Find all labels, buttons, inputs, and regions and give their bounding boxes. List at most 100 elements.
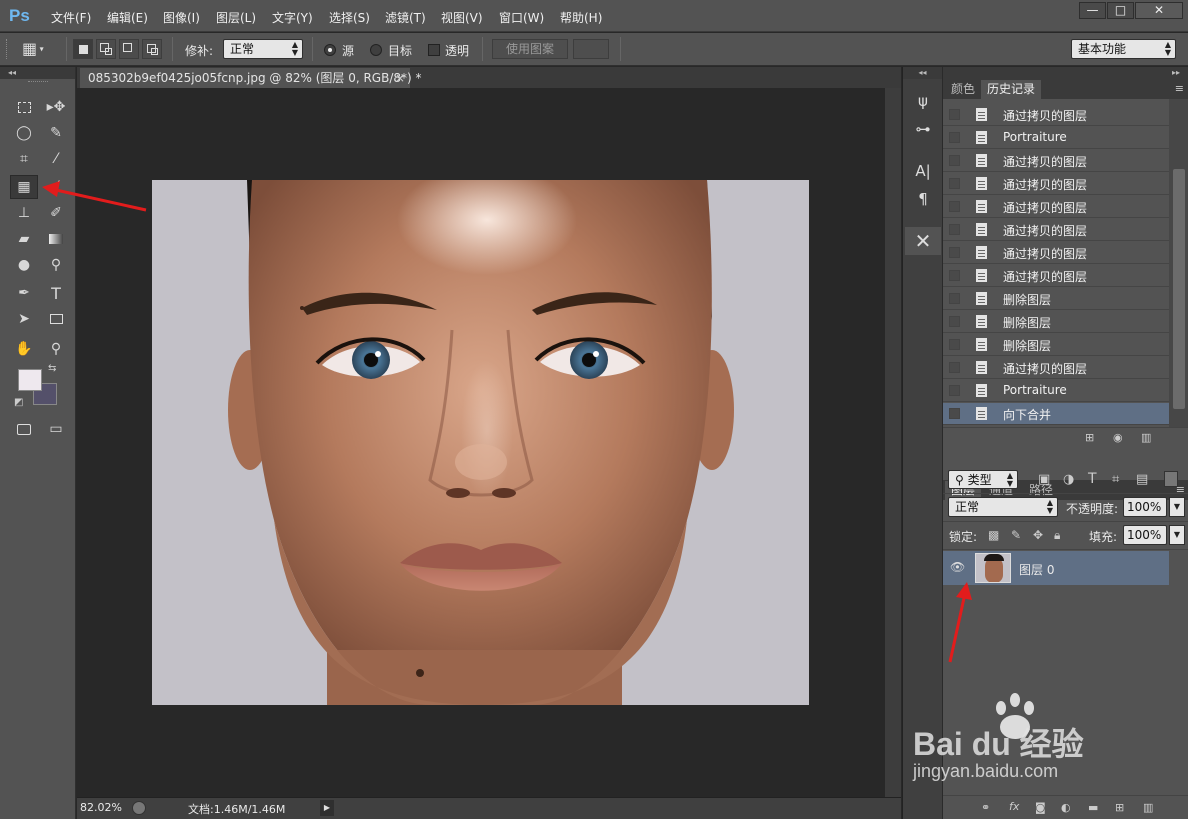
default-colors-icon[interactable]: ◩: [14, 397, 23, 408]
toolbox-collapse-bar[interactable]: ◂◂: [0, 67, 75, 79]
history-item[interactable]: 通过拷贝的图层: [943, 219, 1169, 241]
eraser-tool-icon[interactable]: ▰: [10, 227, 38, 251]
layer-row[interactable]: 👁︎ 图层 0: [943, 551, 1169, 585]
tab-color[interactable]: 颜色: [945, 80, 981, 99]
add-to-selection-button[interactable]: [96, 39, 116, 59]
dock-collapse-bar[interactable]: ▸▸: [943, 67, 1188, 79]
new-layer-icon[interactable]: ⊞: [1115, 801, 1124, 814]
rectangle-tool-icon[interactable]: [42, 307, 70, 331]
history-snapshot-checkbox[interactable]: [949, 339, 960, 350]
history-snapshot-checkbox[interactable]: [949, 270, 960, 281]
subtract-from-selection-button[interactable]: [119, 39, 139, 59]
dodge-tool-icon[interactable]: ⚲: [42, 253, 70, 277]
gradient-tool-icon[interactable]: [42, 227, 70, 251]
menu-view[interactable]: 视图(V): [441, 9, 483, 26]
workspace-select[interactable]: 基本功能 ▲ ▼: [1071, 39, 1176, 59]
history-snapshot-checkbox[interactable]: [949, 247, 960, 258]
swap-colors-icon[interactable]: ⇆: [48, 363, 56, 374]
history-snapshot-checkbox[interactable]: [949, 408, 960, 419]
history-item[interactable]: 通过拷贝的图层: [943, 357, 1169, 379]
history-item[interactable]: 通过拷贝的图层: [943, 242, 1169, 264]
blur-tool-icon[interactable]: ●: [10, 253, 38, 277]
zoom-tool-icon[interactable]: ⚲: [42, 337, 70, 361]
lock-position-icon[interactable]: ✥: [1033, 528, 1043, 542]
history-item[interactable]: 通过拷贝的图层: [943, 104, 1169, 126]
history-snapshot-checkbox[interactable]: [949, 109, 960, 120]
brush-panel-icon[interactable]: ⊶: [905, 117, 941, 141]
type-tool-icon[interactable]: T: [42, 281, 70, 305]
quick-mask-icon[interactable]: [10, 417, 38, 441]
portrait-image[interactable]: [152, 180, 809, 705]
paragraph-panel-icon[interactable]: ¶: [905, 187, 941, 211]
history-item[interactable]: 向下合并: [943, 403, 1169, 425]
marquee-tool-icon[interactable]: [10, 95, 38, 119]
menu-edit[interactable]: 编辑(E): [107, 9, 148, 26]
filter-shape-icon[interactable]: ⌗: [1112, 472, 1119, 487]
history-item[interactable]: 通过拷贝的图层: [943, 265, 1169, 287]
link-layers-icon[interactable]: ⚭: [981, 801, 990, 814]
status-info-icon[interactable]: [132, 801, 146, 815]
menu-file[interactable]: 文件(F): [51, 9, 91, 26]
strip-collapse-bar[interactable]: ◂◂: [903, 67, 942, 79]
history-snapshot-checkbox[interactable]: [949, 224, 960, 235]
panel-menu-icon[interactable]: ≡: [1175, 82, 1184, 95]
maximize-button[interactable]: □: [1107, 2, 1134, 19]
history-item[interactable]: Portraiture: [943, 380, 1169, 402]
path-selection-tool-icon[interactable]: ➤: [10, 307, 38, 331]
menu-type[interactable]: 文字(Y): [272, 9, 313, 26]
trash-icon[interactable]: ▥: [1141, 431, 1151, 444]
filter-adjustment-icon[interactable]: ◑: [1063, 472, 1074, 487]
hand-tool-icon[interactable]: ✋: [10, 337, 38, 361]
patch-tool-preset-icon[interactable]: ▦ ▾: [22, 39, 62, 59]
history-snapshot-checkbox[interactable]: [949, 178, 960, 189]
new-group-icon[interactable]: ▬: [1088, 801, 1098, 814]
brush-tool-icon[interactable]: ⁄: [42, 175, 70, 199]
snapshot-icon[interactable]: ◉: [1113, 431, 1123, 444]
transparent-checkbox[interactable]: [428, 44, 440, 56]
menu-select[interactable]: 选择(S): [329, 9, 370, 26]
pattern-picker[interactable]: [573, 39, 609, 59]
fill-dropdown-icon[interactable]: ▼: [1169, 525, 1185, 545]
filter-pixel-icon[interactable]: ▣: [1038, 472, 1050, 487]
lock-image-icon[interactable]: ✎: [1011, 528, 1021, 542]
history-item[interactable]: 删除图层: [943, 288, 1169, 310]
layer-filter-select[interactable]: ⚲ 类型 ▲ ▼: [948, 470, 1018, 489]
clone-stamp-tool-icon[interactable]: ⊥: [10, 201, 38, 225]
layer-name[interactable]: 图层 0: [1019, 561, 1054, 578]
fill-input[interactable]: 100%: [1123, 525, 1167, 545]
history-item[interactable]: 通过拷贝的图层: [943, 173, 1169, 195]
lasso-tool-icon[interactable]: ◯: [10, 121, 38, 145]
status-menu-arrow-icon[interactable]: ▶: [320, 800, 334, 816]
opacity-input[interactable]: 100%: [1123, 497, 1167, 517]
history-scroll-thumb[interactable]: [1173, 169, 1185, 409]
use-pattern-button[interactable]: 使用图案: [492, 39, 568, 59]
crop-tool-icon[interactable]: ⌗: [10, 147, 38, 171]
fx-icon[interactable]: fx: [1009, 800, 1019, 813]
history-snapshot-checkbox[interactable]: [949, 293, 960, 304]
menu-filter[interactable]: 滤镜(T): [385, 9, 426, 26]
zoom-level[interactable]: 82.02%: [80, 801, 122, 814]
visibility-eye-icon[interactable]: 👁︎: [950, 560, 965, 574]
source-radio[interactable]: [324, 44, 336, 56]
move-tool-icon[interactable]: ▸✥: [42, 95, 70, 119]
history-snapshot-checkbox[interactable]: [949, 362, 960, 373]
history-snapshot-checkbox[interactable]: [949, 201, 960, 212]
history-scrollbar[interactable]: [1169, 99, 1188, 427]
eyedropper-tool-icon[interactable]: ⁄: [42, 147, 70, 171]
close-tab-icon[interactable]: ×: [395, 68, 405, 88]
minimize-button[interactable]: —: [1079, 2, 1106, 19]
history-snapshot-checkbox[interactable]: [949, 385, 960, 396]
adjustment-layer-icon[interactable]: ◐: [1061, 801, 1071, 814]
menu-layer[interactable]: 图层(L): [216, 9, 256, 26]
history-item[interactable]: Portraiture: [943, 127, 1169, 149]
history-brush-tool-icon[interactable]: ✐: [42, 201, 70, 225]
menu-window[interactable]: 窗口(W): [499, 9, 544, 26]
trash-icon[interactable]: ▥: [1143, 801, 1153, 814]
patch-tool-icon[interactable]: ▦: [10, 175, 38, 199]
history-item[interactable]: 通过拷贝的图层: [943, 150, 1169, 172]
history-item[interactable]: 通过拷贝的图层: [943, 196, 1169, 218]
history-snapshot-checkbox[interactable]: [949, 132, 960, 143]
quick-selection-tool-icon[interactable]: ✎: [42, 121, 70, 145]
close-button[interactable]: ✕: [1135, 2, 1183, 19]
history-snapshot-checkbox[interactable]: [949, 316, 960, 327]
